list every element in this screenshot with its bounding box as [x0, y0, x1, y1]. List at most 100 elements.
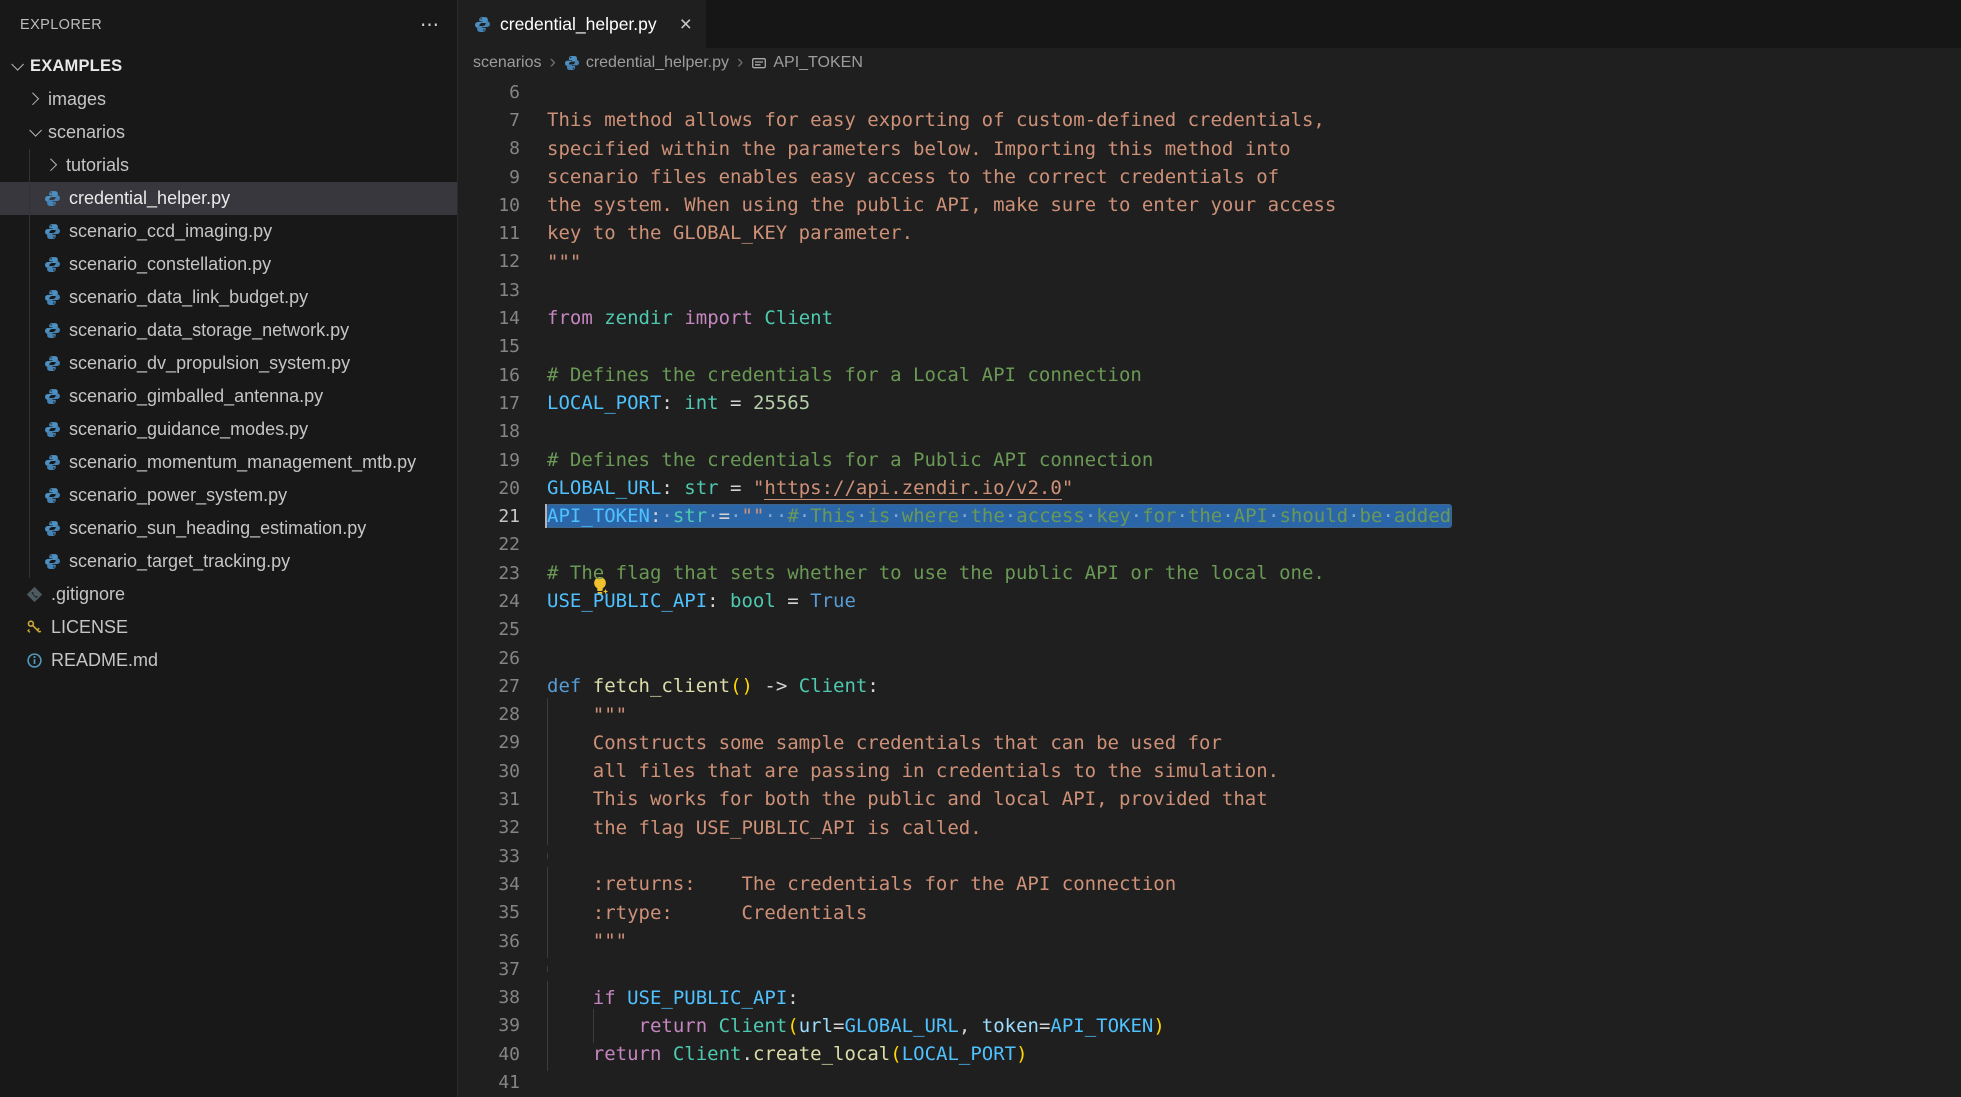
- line-number: 26: [458, 648, 520, 669]
- sidebar-item-scenario-ccd-imaging-py[interactable]: scenario_ccd_imaging.py: [0, 215, 457, 248]
- sidebar-item-credential-helper-py[interactable]: credential_helper.py: [0, 182, 457, 215]
- sidebar-item-scenario-dv-propulsion-system-py[interactable]: scenario_dv_propulsion_system.py: [0, 347, 457, 380]
- tab-bar: credential_helper.py ×: [458, 0, 1961, 48]
- file-label: scenario_sun_heading_estimation.py: [69, 518, 366, 539]
- file-label: scenario_constellation.py: [69, 254, 271, 275]
- code-token: fetch_client: [593, 675, 730, 697]
- code-line-27[interactable]: 27def fetch_client() -> Client:: [458, 672, 1961, 700]
- breadcrumb: scenarios› credential_helper.py› API_TOK…: [458, 48, 1961, 78]
- chevron-right-icon: [26, 92, 39, 105]
- code-line-32[interactable]: 32 the flag USE_PUBLIC_API is called.: [458, 814, 1961, 842]
- code-line-39[interactable]: 39 return Client(url=GLOBAL_URL, token=A…: [458, 1012, 1961, 1040]
- code-line-26[interactable]: 26: [458, 644, 1961, 672]
- code-line-6[interactable]: 6: [458, 78, 1961, 106]
- sidebar-item-scenario-sun-heading-estimation-py[interactable]: scenario_sun_heading_estimation.py: [0, 512, 457, 545]
- code-token: token: [982, 1015, 1039, 1037]
- code-token: return: [593, 1043, 662, 1065]
- code-token: GLOBAL_URL: [844, 1015, 958, 1037]
- code-line-11[interactable]: 11key to the GLOBAL_KEY parameter.: [458, 219, 1961, 247]
- code-token: :: [661, 392, 684, 414]
- code-line-8[interactable]: 8specified within the parameters below. …: [458, 135, 1961, 163]
- code-line-7[interactable]: 7This method allows for easy exporting o…: [458, 106, 1961, 134]
- code-line-35[interactable]: 35 :rtype: Credentials: [458, 899, 1961, 927]
- close-icon[interactable]: ×: [680, 14, 692, 35]
- line-content: return Client(url=GLOBAL_URL, token=API_…: [547, 1012, 1165, 1040]
- code-line-31[interactable]: 31 This works for both the public and lo…: [458, 785, 1961, 813]
- sidebar-item-scenario-momentum-management-mtb-py[interactable]: scenario_momentum_management_mtb.py: [0, 446, 457, 479]
- code-line-36[interactable]: 36 """: [458, 927, 1961, 955]
- line-number: 35: [458, 902, 520, 923]
- breadcrumb-item-api-token[interactable]: API_TOKEN: [751, 54, 863, 72]
- sidebar-item-scenario-target-tracking-py[interactable]: scenario_target_tracking.py: [0, 545, 457, 578]
- code-line-25[interactable]: 25: [458, 616, 1961, 644]
- sidebar-item-license[interactable]: LICENSE: [0, 611, 457, 644]
- code-line-40[interactable]: 40 return Client.create_local(LOCAL_PORT…: [458, 1040, 1961, 1068]
- line-content: # Defines the credentials for a Local AP…: [547, 361, 1142, 389]
- python-icon: [44, 487, 61, 504]
- code-token: # Defines the credentials for a Local AP…: [547, 364, 1142, 386]
- breadcrumb-item-credential-helper-py[interactable]: credential_helper.py: [564, 54, 729, 72]
- more-actions-icon[interactable]: ⋯: [420, 16, 439, 35]
- code-line-41[interactable]: 41: [458, 1068, 1961, 1096]
- code-token: =: [1039, 1015, 1050, 1037]
- sidebar-item-gitignore[interactable]: .gitignore: [0, 578, 457, 611]
- line-content: """: [547, 248, 581, 276]
- code-line-19[interactable]: 19# Defines the credentials for a Public…: [458, 446, 1961, 474]
- sidebar-item-scenario-data-storage-network-py[interactable]: scenario_data_storage_network.py: [0, 314, 457, 347]
- sidebar-item-scenario-constellation-py[interactable]: scenario_constellation.py: [0, 248, 457, 281]
- code-line-20[interactable]: 20GLOBAL_URL: str = "https://api.zendir.…: [458, 474, 1961, 502]
- python-file-icon: [474, 16, 491, 33]
- tab-credential-helper[interactable]: credential_helper.py ×: [458, 0, 706, 48]
- code-line-15[interactable]: 15: [458, 333, 1961, 361]
- sidebar-item-tutorials[interactable]: tutorials: [0, 149, 457, 182]
- line-content: GLOBAL_URL: str = "https://api.zendir.io…: [547, 474, 1073, 502]
- code-line-23[interactable]: 23# The flag that sets whether to use th…: [458, 559, 1961, 587]
- file-label: .gitignore: [51, 584, 125, 605]
- code-line-24[interactable]: 24USE_PUBLIC_API: bool = True: [458, 587, 1961, 615]
- sidebar-item-images[interactable]: images: [0, 83, 457, 116]
- code-token: str: [673, 505, 707, 527]
- code-line-14[interactable]: 14from zendir import Client: [458, 304, 1961, 332]
- breadcrumb-item-scenarios[interactable]: scenarios: [473, 54, 541, 72]
- code-line-33[interactable]: 33: [458, 842, 1961, 870]
- sidebar-item-readme-md[interactable]: README.md: [0, 644, 457, 677]
- code-token: :rtype: Credentials: [547, 902, 867, 924]
- sidebar-item-scenario-power-system-py[interactable]: scenario_power_system.py: [0, 479, 457, 512]
- code-token: Client: [719, 1015, 788, 1037]
- code-line-21[interactable]: 21API_TOKEN:·str·=·""··#·This·is·where·t…: [458, 502, 1961, 530]
- code-token: This works for both the public and local…: [547, 788, 1268, 810]
- sidebar-item-scenario-data-link-budget-py[interactable]: scenario_data_link_budget.py: [0, 281, 457, 314]
- code-token: [581, 675, 592, 697]
- sidebar-item-scenarios[interactable]: scenarios: [0, 116, 457, 149]
- sidebar-item-scenario-guidance-modes-py[interactable]: scenario_guidance_modes.py: [0, 413, 457, 446]
- code-token: """: [547, 251, 581, 273]
- code-token: # The flag that sets whether to use the …: [547, 562, 1325, 584]
- sidebar-item-scenario-gimballed-antenna-py[interactable]: scenario_gimballed_antenna.py: [0, 380, 457, 413]
- code-line-9[interactable]: 9scenario files enables easy access to t…: [458, 163, 1961, 191]
- tree-indent-guide: [29, 149, 30, 578]
- explorer-sidebar: EXPLORER ⋯ EXAMPLESimagesscenariostutori…: [0, 0, 458, 1097]
- code-token: all files that are passing in credential…: [547, 760, 1279, 782]
- line-content: LOCAL_PORT: int = 25565: [547, 389, 810, 417]
- text-cursor: [545, 504, 547, 528]
- code-token: This method allows for easy exporting of…: [547, 109, 1325, 131]
- code-line-10[interactable]: 10the system. When using the public API,…: [458, 191, 1961, 219]
- sidebar-item-examples[interactable]: EXAMPLES: [0, 50, 457, 83]
- code-line-28[interactable]: 28 """: [458, 701, 1961, 729]
- code-line-38[interactable]: 38 if USE_PUBLIC_API:: [458, 984, 1961, 1012]
- code-line-17[interactable]: 17LOCAL_PORT: int = 25565: [458, 389, 1961, 417]
- code-line-37[interactable]: 37: [458, 955, 1961, 983]
- file-label: scenario_ccd_imaging.py: [69, 221, 272, 242]
- code-line-34[interactable]: 34 :returns: The credentials for the API…: [458, 870, 1961, 898]
- code-line-18[interactable]: 18: [458, 418, 1961, 446]
- code-token: [753, 307, 764, 329]
- line-content: :returns: The credentials for the API co…: [547, 870, 1176, 898]
- code-line-12[interactable]: 12""": [458, 248, 1961, 276]
- code-line-22[interactable]: 22: [458, 531, 1961, 559]
- code-line-13[interactable]: 13: [458, 276, 1961, 304]
- line-number: 13: [458, 280, 520, 301]
- code-editor[interactable]: 67This method allows for easy exporting …: [458, 78, 1961, 1097]
- code-line-16[interactable]: 16# Defines the credentials for a Local …: [458, 361, 1961, 389]
- code-line-29[interactable]: 29 Constructs some sample credentials th…: [458, 729, 1961, 757]
- code-line-30[interactable]: 30 all files that are passing in credent…: [458, 757, 1961, 785]
